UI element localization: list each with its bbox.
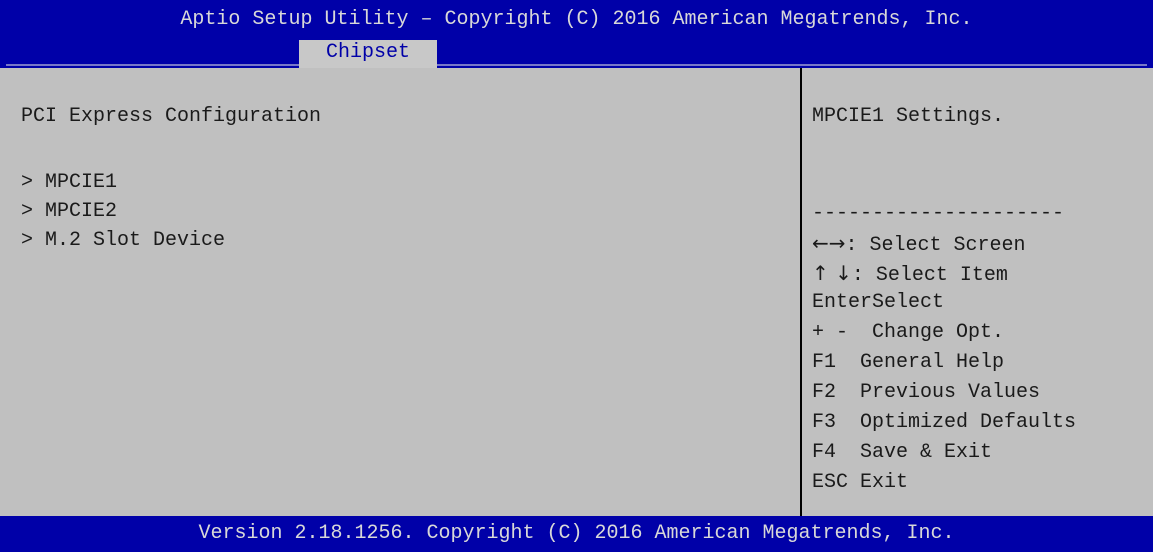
up-down-arrows-icon: ↑ ↓ bbox=[812, 261, 852, 285]
key-name: + - bbox=[812, 321, 849, 344]
menu-item-mpcie2[interactable]: > MPCIE2 bbox=[21, 197, 225, 226]
title-bar: Aptio Setup Utility – Copyright (C) 2016… bbox=[0, 0, 1153, 40]
tab-chipset[interactable]: Chipset bbox=[299, 40, 437, 68]
key-legend-row: ←→: Select Screen bbox=[812, 228, 1076, 258]
key-name: F3 bbox=[812, 411, 837, 434]
menu-item-m2-slot-device[interactable]: > M.2 Slot Device bbox=[21, 226, 225, 255]
key-action: Previous Values bbox=[836, 381, 1041, 404]
key-legend-row: EnterSelect bbox=[812, 288, 1076, 318]
key-name: F2 bbox=[812, 381, 837, 404]
key-action: Exit bbox=[848, 471, 909, 494]
key-action: : Select Screen bbox=[845, 234, 1026, 257]
key-name: ESC bbox=[812, 471, 849, 494]
key-legend-row: + - Change Opt. bbox=[812, 318, 1076, 348]
main-area: PCI Express Configuration > MPCIE1 > MPC… bbox=[0, 68, 1153, 516]
key-legend-row: F3 Optimized Defaults bbox=[812, 408, 1076, 438]
key-action: : Select Item bbox=[851, 264, 1008, 287]
menu-item-mpcie1[interactable]: > MPCIE1 bbox=[21, 168, 225, 197]
left-right-arrows-icon: ←→ bbox=[812, 231, 846, 255]
help-pane: MPCIE1 Settings. --------------------- ←… bbox=[802, 68, 1153, 516]
bios-screen: Aptio Setup Utility – Copyright (C) 2016… bbox=[0, 0, 1153, 552]
key-legend-row: F4 Save & Exit bbox=[812, 438, 1076, 468]
key-legend-row: ↑ ↓: Select Item bbox=[812, 258, 1076, 288]
submenu-list: > MPCIE1 > MPCIE2 > M.2 Slot Device bbox=[21, 168, 225, 255]
key-legend: ←→: Select Screen ↑ ↓: Select Item Enter… bbox=[812, 228, 1076, 498]
version-footer: Version 2.18.1256. Copyright (C) 2016 Am… bbox=[0, 516, 1153, 552]
key-action: Change Opt. bbox=[848, 321, 1005, 344]
help-description: MPCIE1 Settings. bbox=[812, 105, 1005, 128]
key-legend-row: ESC Exit bbox=[812, 468, 1076, 498]
settings-pane: PCI Express Configuration > MPCIE1 > MPC… bbox=[0, 68, 800, 516]
key-action: Optimized Defaults bbox=[836, 411, 1077, 434]
key-name: Enter bbox=[812, 291, 873, 314]
key-legend-row: F1 General Help bbox=[812, 348, 1076, 378]
tab-strip: Chipset bbox=[0, 40, 1153, 68]
help-separator: --------------------- bbox=[812, 202, 1065, 225]
key-name: F1 bbox=[812, 351, 837, 374]
key-legend-row: F2 Previous Values bbox=[812, 378, 1076, 408]
key-name: F4 bbox=[812, 441, 837, 464]
key-action: Select bbox=[872, 291, 945, 314]
tab-baseline bbox=[6, 64, 1147, 66]
section-title: PCI Express Configuration bbox=[21, 105, 322, 128]
key-action: Save & Exit bbox=[836, 441, 993, 464]
key-action: General Help bbox=[836, 351, 1005, 374]
